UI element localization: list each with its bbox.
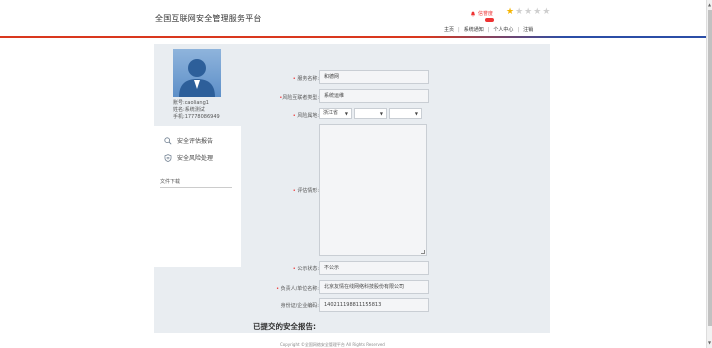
- label-text: 评估情形:: [297, 188, 319, 194]
- phone-label: 手机:: [173, 114, 185, 120]
- risk-type-field[interactable]: 系统运维: [319, 89, 429, 103]
- submitted-reports-title: 已提交的安全报告:: [253, 322, 316, 331]
- site-title: 全国互联网安全管理服务平台: [155, 14, 262, 23]
- province-value: 浙江省: [323, 110, 339, 116]
- sidebar-item-label: 安全评估报告: [177, 138, 214, 145]
- description-textarea[interactable]: [319, 124, 427, 256]
- owner-label: • 负责人/单位名称:: [276, 286, 319, 292]
- top-nav: 主页 | 系统通知 | 个人中心 | 注销: [444, 26, 533, 34]
- page: 全国互联网安全管理服务平台 信誉度 ★ ★ ★ ★ ★ 主页 | 系统通知 | …: [0, 0, 712, 348]
- sidebar-item-security-report[interactable]: 安全评估报告: [164, 136, 213, 145]
- nav-separator: |: [458, 26, 460, 33]
- scroll-up-icon[interactable]: ▲: [708, 2, 711, 7]
- star-icon: ★: [524, 7, 533, 17]
- user-info: 账号:caoliang1 姓名:系统测试 手机:17778086949: [173, 100, 220, 121]
- risk-type-label: •风险互联者类型:: [279, 95, 319, 101]
- search-icon: [164, 136, 172, 144]
- scrollbar[interactable]: ▲ ▼: [706, 0, 712, 348]
- file-download-link[interactable]: 文件下载: [160, 178, 232, 188]
- name-label: 姓名:: [173, 107, 185, 113]
- star-icon: ★: [515, 7, 524, 17]
- label-text: 风险属地:: [297, 113, 319, 119]
- district-select[interactable]: ▼: [389, 108, 422, 119]
- label-text: 公示状态:: [297, 266, 319, 272]
- description-label: • 评估情形:: [292, 188, 319, 194]
- nav-separator: |: [517, 26, 520, 33]
- star-icon: ★: [506, 7, 515, 17]
- service-name-field[interactable]: 和德网: [319, 70, 429, 84]
- city-select[interactable]: ▼: [354, 108, 387, 119]
- nav-profile[interactable]: 个人中心: [493, 26, 513, 33]
- phone-value: 17778086949: [184, 114, 220, 120]
- label-text: 服务名称:: [297, 76, 319, 82]
- region-label: • 风险属地:: [292, 113, 319, 119]
- scroll-down-icon[interactable]: ▼: [708, 340, 711, 345]
- avatar: [173, 49, 221, 97]
- id-field[interactable]: 140211198811155813: [319, 298, 429, 312]
- owner-field[interactable]: 北京友情在线网络科技股份有限公司: [319, 280, 429, 294]
- rating-stars: ★ ★ ★ ★ ★: [506, 8, 550, 17]
- user-avatar-icon: [179, 59, 215, 97]
- public-status-field[interactable]: 不公示: [319, 261, 429, 275]
- sidebar-item-label: 安全风险处理: [177, 155, 214, 162]
- star-icon: ★: [542, 7, 551, 17]
- notification-badge: [485, 18, 494, 22]
- nav-notifications[interactable]: 系统通知: [464, 26, 484, 33]
- account-value: caoliang1: [184, 100, 209, 106]
- id-label: 身份证/企业编码:: [249, 302, 319, 309]
- footer-copyright: Copyright ©全国网络安全管理平台 All Rights Reserve…: [280, 342, 385, 347]
- chevron-down-icon: ▼: [379, 111, 383, 116]
- resize-handle[interactable]: [421, 250, 425, 254]
- nav-logout[interactable]: 注销: [523, 26, 533, 33]
- province-select[interactable]: 浙江省 ▼: [319, 108, 352, 119]
- header-divider: [0, 36, 706, 38]
- nav-home[interactable]: 主页: [444, 26, 454, 33]
- nav-separator: |: [487, 26, 490, 33]
- credit-link[interactable]: 信誉度: [470, 10, 493, 17]
- shield-icon: [164, 153, 172, 162]
- public-status-label: • 公示状态:: [292, 266, 319, 272]
- name-row: 姓名:系统测试: [173, 107, 220, 114]
- name-value: 系统测试: [184, 107, 205, 113]
- label-text: 负责人/单位名称:: [280, 286, 319, 292]
- label-text: 风险互联者类型:: [282, 95, 319, 101]
- star-icon: ★: [533, 7, 542, 17]
- phone-row: 手机:17778086949: [173, 114, 220, 121]
- account-row: 账号:caoliang1: [173, 100, 220, 107]
- chevron-down-icon: ▼: [414, 111, 418, 116]
- sidebar-item-risk-handling[interactable]: 安全风险处理: [164, 153, 213, 162]
- credit-label: 信誉度: [478, 11, 494, 17]
- scrollbar-thumb[interactable]: [708, 10, 712, 326]
- header: 全国互联网安全管理服务平台 信誉度 ★ ★ ★ ★ ★ 主页 | 系统通知 | …: [0, 0, 706, 38]
- service-name-label: • 服务名称:: [292, 76, 319, 82]
- chevron-down-icon: ▼: [344, 111, 348, 116]
- bell-icon: [470, 11, 476, 17]
- label-text: 身份证/企业编码:: [280, 303, 319, 309]
- account-label: 账号:: [173, 100, 185, 106]
